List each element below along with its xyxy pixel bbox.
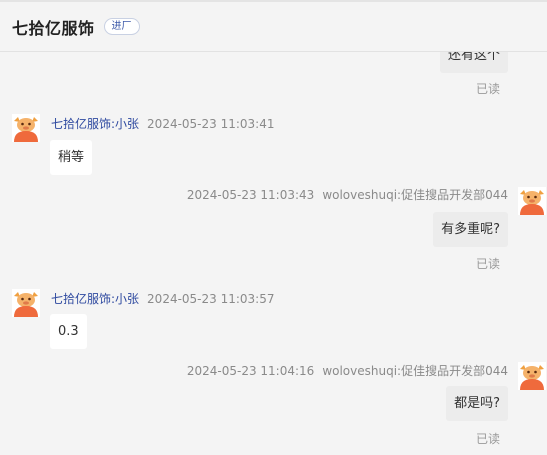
read-status: 已读 [475, 82, 500, 96]
chat-window: 还有这个 已读 七拾亿服饰:小张 2024-05-23 11:03:41 稍等 2… [0, 0, 547, 455]
sender-name[interactable]: woloveshuqi:促佳搜品开发部044 [322, 188, 508, 202]
message-meta: 七拾亿服饰:小张 2024-05-23 11:03:41 [51, 115, 275, 132]
avatar [518, 187, 546, 215]
message-bubble[interactable]: 有多重呢? [433, 212, 508, 247]
avatar [12, 289, 40, 317]
avatar [12, 114, 40, 142]
message-bubble[interactable]: 稍等 [50, 140, 93, 175]
message-time: 2024-05-23 11:03:41 [147, 117, 275, 131]
avatar [518, 362, 546, 390]
message-meta: 七拾亿服饰:小张 2024-05-23 11:03:57 [51, 290, 275, 307]
buyer-avatar-icon [518, 362, 546, 390]
seller-avatar-icon [12, 289, 40, 317]
message-time: 2024-05-23 11:04:16 [186, 364, 315, 378]
chat-header: 七拾亿服饰 进厂 [0, 2, 547, 52]
message-bubble[interactable]: 都是吗? [446, 386, 508, 421]
message-list[interactable]: 还有这个 已读 七拾亿服饰:小张 2024-05-23 11:03:41 稍等 2… [0, 0, 547, 455]
buyer-avatar-icon [518, 187, 546, 215]
sender-name[interactable]: 七拾亿服饰:小张 [51, 292, 139, 306]
message-bubble[interactable]: 0.3 [50, 314, 87, 349]
message-meta: 2024-05-23 11:04:16 woloveshuqi:促佳搜品开发部04… [187, 362, 508, 379]
sender-name[interactable]: woloveshuqi:促佳搜品开发部044 [322, 364, 508, 378]
shop-title[interactable]: 七拾亿服饰 [12, 15, 95, 39]
seller-avatar-icon [12, 114, 40, 142]
message-meta: 2024-05-23 11:03:43 woloveshuqi:促佳搜品开发部04… [187, 186, 508, 203]
factory-badge[interactable]: 进厂 [103, 18, 140, 35]
read-status: 已读 [475, 257, 500, 271]
sender-name[interactable]: 七拾亿服饰:小张 [51, 117, 139, 131]
read-status: 已读 [475, 432, 500, 446]
message-time: 2024-05-23 11:03:57 [147, 292, 275, 306]
message-time: 2024-05-23 11:03:43 [186, 188, 315, 202]
